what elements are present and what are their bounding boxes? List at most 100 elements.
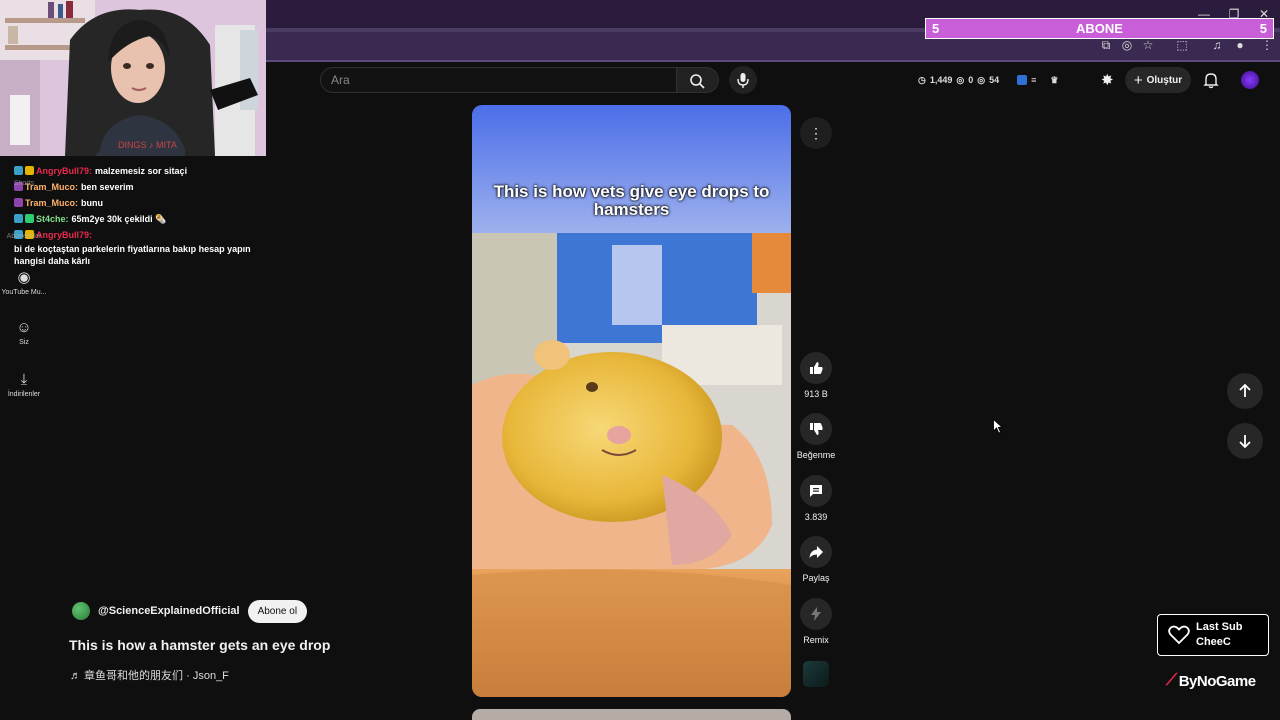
share-label: Paylaş <box>802 573 830 583</box>
upload-sparkle-icon[interactable]: ✸ <box>1101 71 1114 89</box>
chat-text: bunu <box>81 198 104 208</box>
svg-text:DINGS ♪ MITA: DINGS ♪ MITA <box>118 140 177 150</box>
sidebar-item-shorts[interactable]: Shorts <box>0 180 48 187</box>
stat-b: 54 <box>989 75 1000 85</box>
sidebar-item-youtube-music[interactable]: ◉ YouTube Mu... <box>0 268 48 296</box>
chat-badge-icon <box>25 214 34 223</box>
sidebar-item-you[interactable]: ☺ Siz <box>0 319 48 346</box>
webcam-picture: DINGS ♪ MITA <box>0 0 266 156</box>
stat-views: 1,449 <box>929 75 953 85</box>
chat-message: Tram_Muco: ben severim <box>14 179 266 195</box>
next-short-preview[interactable] <box>472 709 791 720</box>
previous-short-button[interactable] <box>1227 373 1263 409</box>
brand-slash-icon: ⟋ <box>1166 672 1177 689</box>
last-sub-overlay: Last Sub CheeC <box>1157 614 1269 656</box>
dislike-label: Beğenme <box>796 450 836 460</box>
thumbs-up-icon <box>800 352 832 384</box>
shorts-video-player[interactable]: This is how vets give eye drops to hamst… <box>472 105 791 697</box>
browser-divider <box>266 60 1280 62</box>
remix-icon <box>800 598 832 630</box>
vertical-dots-icon: ⋮ <box>809 124 823 141</box>
sidebar-item-label: İndirilenler <box>7 391 41 398</box>
heart-icon <box>1168 625 1190 645</box>
sidebar-item-downloads[interactable]: ⤓ İndirilenler <box>0 371 48 398</box>
chat-text: ben severim <box>81 182 134 192</box>
chat-username: St4che: <box>36 214 69 224</box>
short-title[interactable]: This is how a hamster gets an eye drop <box>69 637 330 653</box>
last-sub-name: CheeC <box>1196 636 1231 648</box>
comment-count: 3.839 <box>804 512 828 522</box>
chat-badge-icon <box>25 166 34 175</box>
sidebar-item-subscriptions[interactable]: Abonelikler <box>0 233 48 240</box>
sidebar-item-label: Abonelikler <box>6 233 42 240</box>
you-icon: ☺ <box>16 319 32 336</box>
notifications-button[interactable] <box>1203 71 1219 94</box>
subscribe-button[interactable]: Abone ol <box>247 599 308 623</box>
sidebar-item-label: Shorts <box>13 180 35 187</box>
search-bar <box>320 67 677 93</box>
arrow-up-icon <box>1239 383 1251 397</box>
chat-text: bi de koçtaştan parkelerin fiyatlarına b… <box>14 244 251 266</box>
like-count: 913 B <box>804 389 828 399</box>
download-icon: ⤓ <box>20 371 28 388</box>
chat-badge-icon <box>14 166 23 175</box>
next-short-button[interactable] <box>1227 423 1263 459</box>
chat-message: St4che: 65m2ye 30k çekildi 🌯 <box>14 211 266 227</box>
chat-username: AngryBull79: <box>36 166 93 176</box>
arrow-down-icon <box>1239 435 1251 449</box>
more-options-button[interactable]: ⋮ <box>800 117 832 149</box>
music-credit[interactable]: ♬ 章鱼哥和他的朋友们 · Json_F <box>70 667 229 683</box>
sidebar-item-label: Siz <box>19 339 29 346</box>
stat-a: 0 <box>968 75 974 85</box>
video-caption: This is how vets give eye drops to hamst… <box>493 182 770 219</box>
chat-message: AngryBull79: malzemesiz sor sitaçi <box>14 163 266 179</box>
chat-text: 65m2ye 30k çekildi 🌯 <box>71 214 167 224</box>
eye-icon: ◎ <box>956 74 965 85</box>
sidebar-item-label: YouTube Mu... <box>1 289 47 296</box>
remix-button[interactable]: Remix <box>796 598 836 645</box>
sub-goal-label: ABONE <box>1076 21 1123 36</box>
comment-icon <box>800 475 832 507</box>
stream-chat: AngryBull79: malzemesiz sor sitaçi Tram_… <box>14 163 266 267</box>
list-icon[interactable]: ≡ <box>1031 75 1036 85</box>
create-label: Oluştur <box>1146 74 1183 86</box>
share-button[interactable]: Paylaş <box>796 536 836 583</box>
chat-text: malzemesiz sor sitaçi <box>95 166 188 176</box>
comments-button[interactable]: 3.839 <box>796 475 836 522</box>
subscriber-goal-bar: 5 ABONE 5 <box>925 18 1274 39</box>
sub-goal-left-count: 5 <box>932 21 940 36</box>
voice-search-button[interactable] <box>729 66 757 94</box>
sound-thumbnail[interactable] <box>803 661 829 687</box>
chat-message: Tram_Muco: bunu <box>14 195 266 211</box>
webcam-feed: DINGS ♪ MITA <box>0 0 266 156</box>
extension-stats: ◷ 1,449 ◎ 0 ◎ 54 ≡ ♛ <box>918 70 1058 90</box>
search-icon <box>690 74 705 89</box>
brand-logo: ⟋ ByNoGame <box>1166 672 1256 690</box>
chat-badge-icon <box>14 198 23 207</box>
last-sub-label: Last Sub <box>1196 621 1243 633</box>
youtube-music-icon: ◉ <box>17 269 31 286</box>
sub-goal-right-count: 5 <box>1259 21 1267 36</box>
like-button[interactable]: 913 B <box>796 352 836 399</box>
account-avatar[interactable] <box>1241 71 1259 89</box>
channel-avatar[interactable] <box>72 602 90 620</box>
remix-label: Remix <box>803 635 829 645</box>
dislike-button[interactable]: Beğenme <box>796 413 836 460</box>
search-input[interactable] <box>321 68 651 92</box>
eye-icon: ◎ <box>977 74 986 85</box>
brand-name: ByNoGame <box>1178 672 1256 690</box>
trophy-icon[interactable]: ♛ <box>1050 75 1058 86</box>
search-button[interactable] <box>677 67 719 93</box>
create-button[interactable]: + Oluştur <box>1125 67 1191 93</box>
plus-icon: + <box>1133 71 1143 89</box>
bell-icon <box>1203 73 1219 89</box>
chat-username: Tram_Muco: <box>25 198 79 208</box>
clock-icon: ◷ <box>918 74 926 85</box>
channel-row: @ScienceExplainedOfficial Abone ol <box>72 599 308 623</box>
extension-badge-icon[interactable] <box>1017 75 1028 85</box>
chat-badge-icon <box>14 214 23 223</box>
share-arrow-icon <box>800 536 832 568</box>
mouse-cursor-icon <box>993 419 1003 434</box>
channel-name[interactable]: @ScienceExplainedOfficial <box>98 605 240 617</box>
microphone-icon <box>737 73 749 88</box>
